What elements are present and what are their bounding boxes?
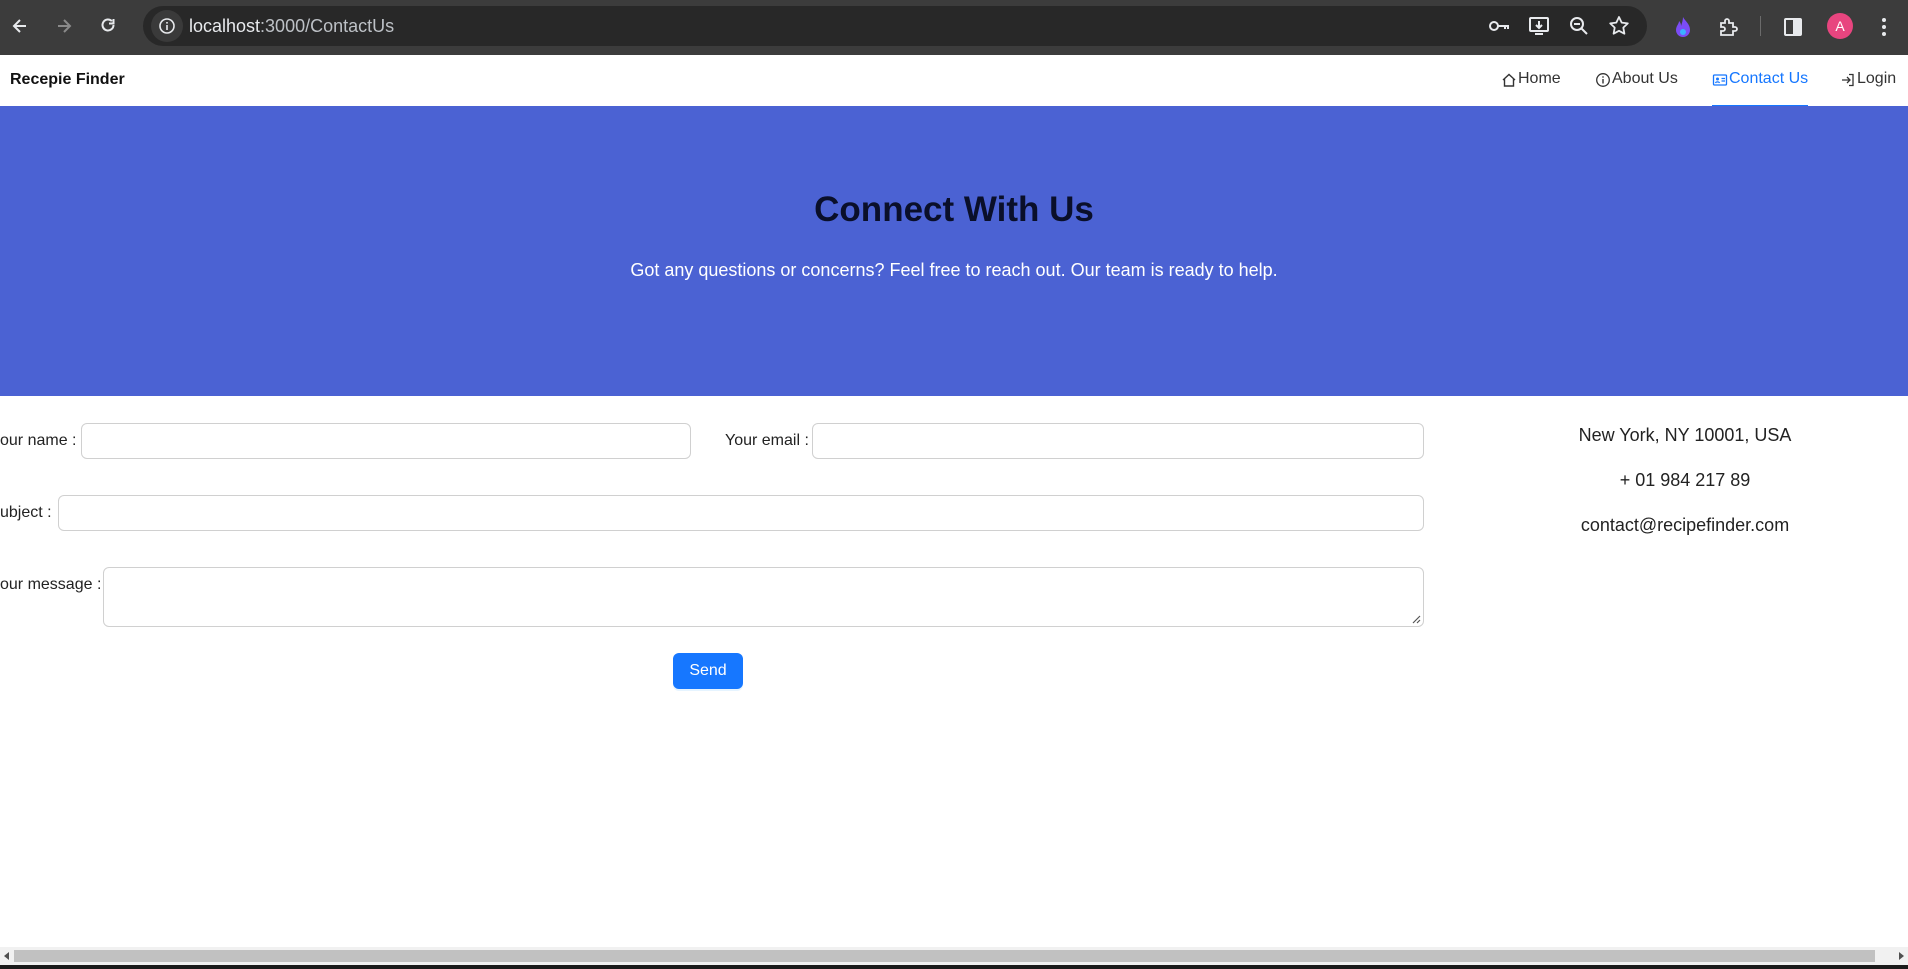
subject-label-text: ubject: [0, 504, 43, 521]
nav-about-us[interactable]: About Us: [1595, 70, 1678, 106]
email-input[interactable]: [812, 423, 1424, 459]
send-button[interactable]: Send: [673, 653, 743, 689]
contact-address: New York, NY 10001, USA: [1578, 425, 1792, 445]
password-key-icon[interactable]: [1486, 13, 1512, 39]
side-panel-icon[interactable]: [1778, 12, 1808, 42]
url-path: :3000/ContactUs: [260, 16, 395, 36]
brand-logo[interactable]: Recepie Finder: [10, 71, 125, 89]
login-icon: [1842, 73, 1854, 87]
horizontal-scrollbar[interactable]: [0, 947, 1908, 965]
forward-icon[interactable]: [47, 9, 81, 43]
url-text: localhost:3000/ContactUs: [189, 16, 394, 37]
message-label-colon: :: [96, 576, 102, 593]
nav-contact-us[interactable]: Contact Us: [1712, 70, 1809, 107]
contact-email: contact@recipefinder.com: [1580, 515, 1790, 535]
nav-home-label: Home: [1518, 70, 1561, 87]
resize-grip-icon[interactable]: [1411, 614, 1421, 624]
extensions-puzzle-icon[interactable]: [1713, 12, 1743, 42]
site-navbar: Recepie Finder Home About Us Contact Us …: [0, 55, 1908, 107]
extension-flame-icon[interactable]: [1668, 12, 1698, 42]
site-info-icon[interactable]: [151, 10, 183, 42]
bookmark-star-icon[interactable]: [1606, 13, 1632, 39]
scroll-left-icon[interactable]: [2, 951, 12, 961]
email-label-text: Your email: [725, 432, 801, 449]
toolbar-divider: [1760, 16, 1761, 36]
name-label: our name :: [0, 432, 77, 450]
name-input[interactable]: [81, 423, 691, 459]
scrollbar-thumb[interactable]: [14, 950, 1875, 962]
nav-about-us-label: About Us: [1612, 70, 1678, 87]
name-label-text: our name: [0, 432, 68, 449]
message-textarea[interactable]: [103, 567, 1424, 627]
url-host: localhost: [189, 16, 261, 36]
message-label-text: our message: [0, 576, 93, 593]
email-label: Your email :: [725, 432, 809, 450]
message-label: our message :: [0, 576, 101, 594]
contact-phone: + 01 984 217 89: [1619, 470, 1751, 490]
browser-toolbar: localhost:3000/ContactUs A: [0, 0, 1908, 55]
contact-card-icon: [1712, 74, 1728, 86]
subject-label-colon: :: [47, 504, 52, 521]
install-app-icon[interactable]: [1526, 13, 1552, 39]
subject-input[interactable]: [58, 495, 1424, 531]
home-icon: [1502, 73, 1516, 87]
hero-subtitle: Got any questions or concerns? Feel free…: [630, 260, 1278, 280]
zoom-icon[interactable]: [1566, 13, 1592, 39]
subject-label: ubject :: [0, 504, 52, 522]
window-bottom-edge: [0, 965, 1908, 969]
back-icon[interactable]: [3, 9, 37, 43]
nav-login[interactable]: Login: [1840, 70, 1896, 106]
hero-title: Connect With Us: [814, 190, 1094, 229]
nav-contact-us-label: Contact Us: [1729, 70, 1809, 87]
email-label-colon: :: [804, 432, 809, 449]
name-label-colon: :: [72, 432, 77, 449]
address-bar[interactable]: localhost:3000/ContactUs: [143, 6, 1647, 46]
nav-login-label: Login: [1857, 70, 1897, 87]
scroll-right-icon[interactable]: [1896, 951, 1906, 961]
nav-home[interactable]: Home: [1501, 70, 1561, 106]
hero-banner: Connect With Us Got any questions or con…: [0, 106, 1908, 396]
profile-avatar[interactable]: A: [1827, 13, 1853, 39]
info-icon: [1596, 73, 1610, 87]
kebab-menu-icon[interactable]: [1869, 12, 1899, 42]
reload-icon[interactable]: [91, 9, 125, 43]
